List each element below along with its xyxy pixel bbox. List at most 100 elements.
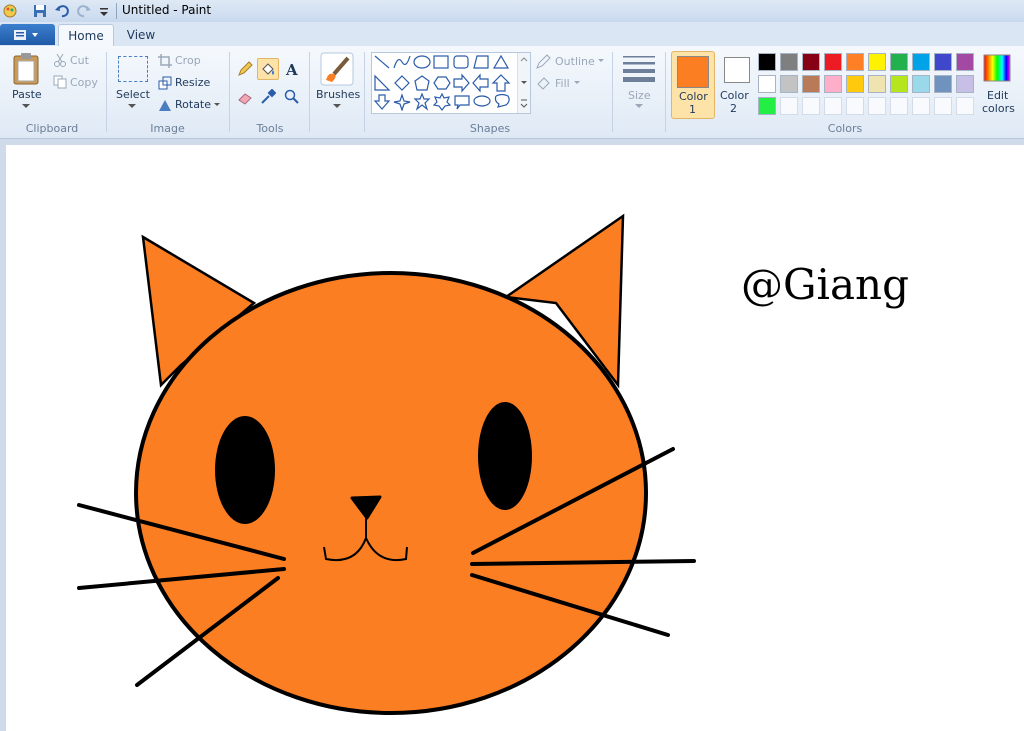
color1-button[interactable]: Color 1 bbox=[671, 51, 715, 119]
cut-icon[interactable] bbox=[53, 53, 67, 67]
brushes-label[interactable]: Brushes bbox=[316, 88, 360, 101]
shapes-scrollbar[interactable] bbox=[517, 53, 530, 113]
shapes-icons[interactable] bbox=[372, 53, 518, 112]
eraser-tool[interactable] bbox=[234, 86, 256, 108]
palette-swatch[interactable] bbox=[758, 75, 776, 93]
palette-swatch[interactable] bbox=[802, 97, 820, 115]
paste-icon[interactable] bbox=[12, 52, 42, 86]
outline-label[interactable]: Outline bbox=[555, 55, 595, 68]
copy-icon[interactable] bbox=[53, 75, 67, 89]
tab-view[interactable]: View bbox=[118, 24, 164, 46]
drawing-canvas[interactable]: @Giang bbox=[6, 145, 1024, 731]
palette-swatch[interactable] bbox=[824, 53, 842, 71]
svg-text:A: A bbox=[285, 61, 298, 77]
rotate-icon[interactable] bbox=[158, 98, 172, 112]
paste-dropdown-icon[interactable] bbox=[22, 104, 30, 109]
cut-label[interactable]: Cut bbox=[70, 54, 89, 67]
separator bbox=[309, 52, 310, 132]
select-label[interactable]: Select bbox=[116, 88, 150, 101]
fill-label[interactable]: Fill bbox=[555, 77, 570, 90]
size-label[interactable]: Size bbox=[628, 89, 651, 102]
fill-icon[interactable] bbox=[536, 76, 551, 91]
magnifier-tool[interactable] bbox=[281, 86, 303, 108]
paint-menu-icon bbox=[14, 30, 38, 40]
palette-swatch[interactable] bbox=[890, 97, 908, 115]
paint-menu-button[interactable] bbox=[0, 24, 55, 45]
canvas-area: @Giang bbox=[0, 139, 1024, 731]
separator bbox=[229, 52, 230, 132]
palette-swatch[interactable] bbox=[912, 75, 930, 93]
palette-swatch[interactable] bbox=[868, 97, 886, 115]
palette-swatch[interactable] bbox=[824, 97, 842, 115]
palette-swatch[interactable] bbox=[912, 53, 930, 71]
color1-label: Color bbox=[679, 90, 708, 103]
save-icon[interactable] bbox=[32, 3, 48, 19]
palette-swatch[interactable] bbox=[912, 97, 930, 115]
pencil-icon bbox=[238, 61, 253, 76]
undo-icon[interactable] bbox=[54, 3, 70, 19]
tab-home[interactable]: Home bbox=[58, 24, 114, 47]
palette-swatch[interactable] bbox=[802, 53, 820, 71]
palette-swatch[interactable] bbox=[846, 75, 864, 93]
outline-icon[interactable] bbox=[536, 54, 551, 69]
color-picker-tool[interactable] bbox=[257, 86, 279, 108]
palette-swatch[interactable] bbox=[758, 53, 776, 71]
edit-colors-label[interactable]: Edit bbox=[987, 89, 1008, 102]
select-dropdown-icon[interactable] bbox=[128, 104, 136, 109]
text-tool[interactable]: A bbox=[281, 58, 303, 80]
palette-swatch[interactable] bbox=[758, 97, 776, 115]
palette-swatch[interactable] bbox=[868, 53, 886, 71]
edit-colors-label-2[interactable]: colors bbox=[982, 102, 1015, 115]
shapes-gallery[interactable] bbox=[371, 52, 531, 114]
color2-button[interactable]: Color 2 bbox=[716, 51, 758, 117]
palette-swatch[interactable] bbox=[868, 75, 886, 93]
size-icon[interactable] bbox=[622, 54, 656, 82]
size-dropdown-icon[interactable] bbox=[635, 104, 643, 109]
cat-right-eye bbox=[478, 402, 532, 510]
palette-swatch[interactable] bbox=[802, 75, 820, 93]
paste-label[interactable]: Paste bbox=[12, 88, 42, 101]
separator bbox=[106, 52, 107, 132]
palette-swatch[interactable] bbox=[846, 53, 864, 71]
crop-label[interactable]: Crop bbox=[175, 54, 201, 67]
separator bbox=[612, 52, 613, 132]
resize-label[interactable]: Resize bbox=[175, 76, 210, 89]
rotate-dropdown-icon[interactable] bbox=[214, 103, 220, 107]
rotate-label[interactable]: Rotate bbox=[175, 98, 211, 111]
magnifier-icon bbox=[284, 89, 299, 104]
palette-swatch[interactable] bbox=[890, 53, 908, 71]
brushes-icon[interactable] bbox=[320, 52, 354, 86]
fill-tool[interactable] bbox=[257, 58, 279, 80]
color2-label: Color bbox=[720, 89, 749, 102]
pencil-tool[interactable] bbox=[234, 58, 256, 80]
customize-toolbar-icon[interactable] bbox=[96, 3, 112, 19]
edit-colors-icon[interactable] bbox=[983, 54, 1011, 82]
palette-swatch[interactable] bbox=[934, 53, 952, 71]
palette-swatch[interactable] bbox=[956, 75, 974, 93]
fill-dropdown-icon[interactable] bbox=[574, 81, 580, 85]
palette-swatch[interactable] bbox=[780, 75, 798, 93]
palette-swatch[interactable] bbox=[846, 97, 864, 115]
palette-swatch[interactable] bbox=[956, 53, 974, 71]
outline-dropdown-icon[interactable] bbox=[598, 59, 604, 63]
palette-swatch[interactable] bbox=[934, 97, 952, 115]
redo-icon[interactable] bbox=[76, 3, 92, 19]
image-group-label: Image bbox=[150, 122, 185, 135]
window-title: Untitled - Paint bbox=[122, 3, 212, 17]
palette-swatch[interactable] bbox=[890, 75, 908, 93]
resize-icon[interactable] bbox=[158, 76, 172, 90]
palette-swatch[interactable] bbox=[956, 97, 974, 115]
copy-label[interactable]: Copy bbox=[70, 76, 98, 89]
tools-group-label: Tools bbox=[256, 122, 284, 135]
palette-swatch[interactable] bbox=[824, 75, 842, 93]
colors-group-label: Colors bbox=[827, 122, 863, 135]
eraser-icon bbox=[238, 93, 252, 105]
palette-swatch[interactable] bbox=[780, 53, 798, 71]
crop-icon[interactable] bbox=[158, 54, 172, 68]
select-icon[interactable] bbox=[118, 56, 148, 82]
palette-swatch[interactable] bbox=[780, 97, 798, 115]
palette-swatch[interactable] bbox=[934, 75, 952, 93]
cat-left-eye bbox=[215, 416, 275, 524]
paint-app-icon[interactable] bbox=[2, 3, 18, 19]
brushes-dropdown-icon[interactable] bbox=[333, 104, 341, 109]
